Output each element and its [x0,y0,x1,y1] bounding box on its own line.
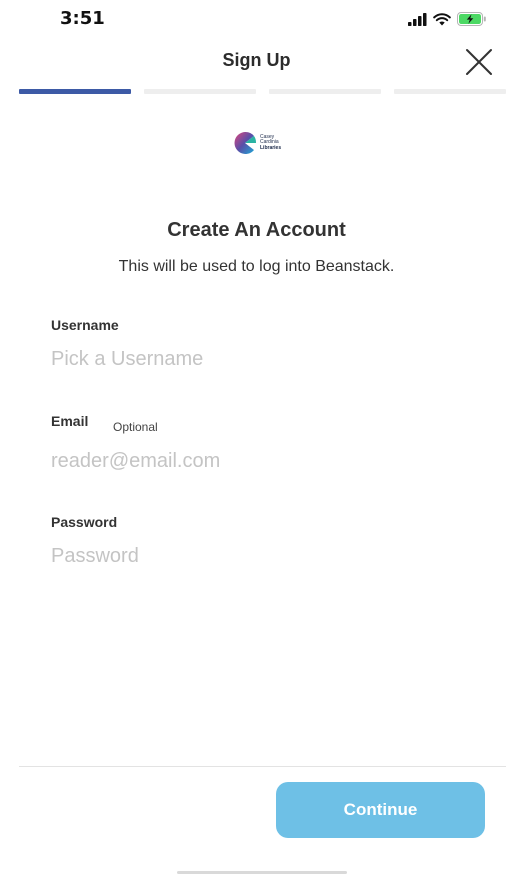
username-label: Username [51,317,119,333]
close-icon [466,49,492,75]
status-bar: 3:51 [0,0,513,40]
password-label: Password [51,514,118,530]
form-subheading: This will be used to log into Beanstack. [118,258,395,275]
form-heading: Create An Account [167,219,346,241]
library-logo-icon [234,131,257,154]
library-logo: Casey Cardinia Libraries [233,131,281,155]
library-logo-text: Casey Cardinia Libraries [260,134,282,152]
continue-button[interactable]: Continue [276,782,485,838]
status-icons [408,10,487,28]
status-time: 3:51 [60,8,105,29]
progress-step-2 [144,89,256,94]
progress-step-1 [19,89,131,94]
close-button[interactable] [463,46,495,78]
page-title: Sign Up [222,50,291,70]
sign-up-screen: 3:51 Sign Up Casey Cardinia Libraries Cr… [0,0,513,874]
wifi-icon [433,12,451,25]
email-label: Email [51,413,89,429]
progress-step-3 [269,89,381,94]
header: Sign Up [0,40,513,84]
email-optional-label: Optional [113,420,158,434]
battery-charging-icon [457,12,486,26]
footer-divider [19,766,506,767]
cellular-signal-icon [408,12,427,26]
logo-line-3: Libraries [260,144,282,151]
username-input[interactable] [51,345,471,373]
password-input[interactable] [51,542,471,570]
email-input[interactable] [51,447,471,475]
progress-step-4 [394,89,506,94]
step-progress [19,89,506,94]
